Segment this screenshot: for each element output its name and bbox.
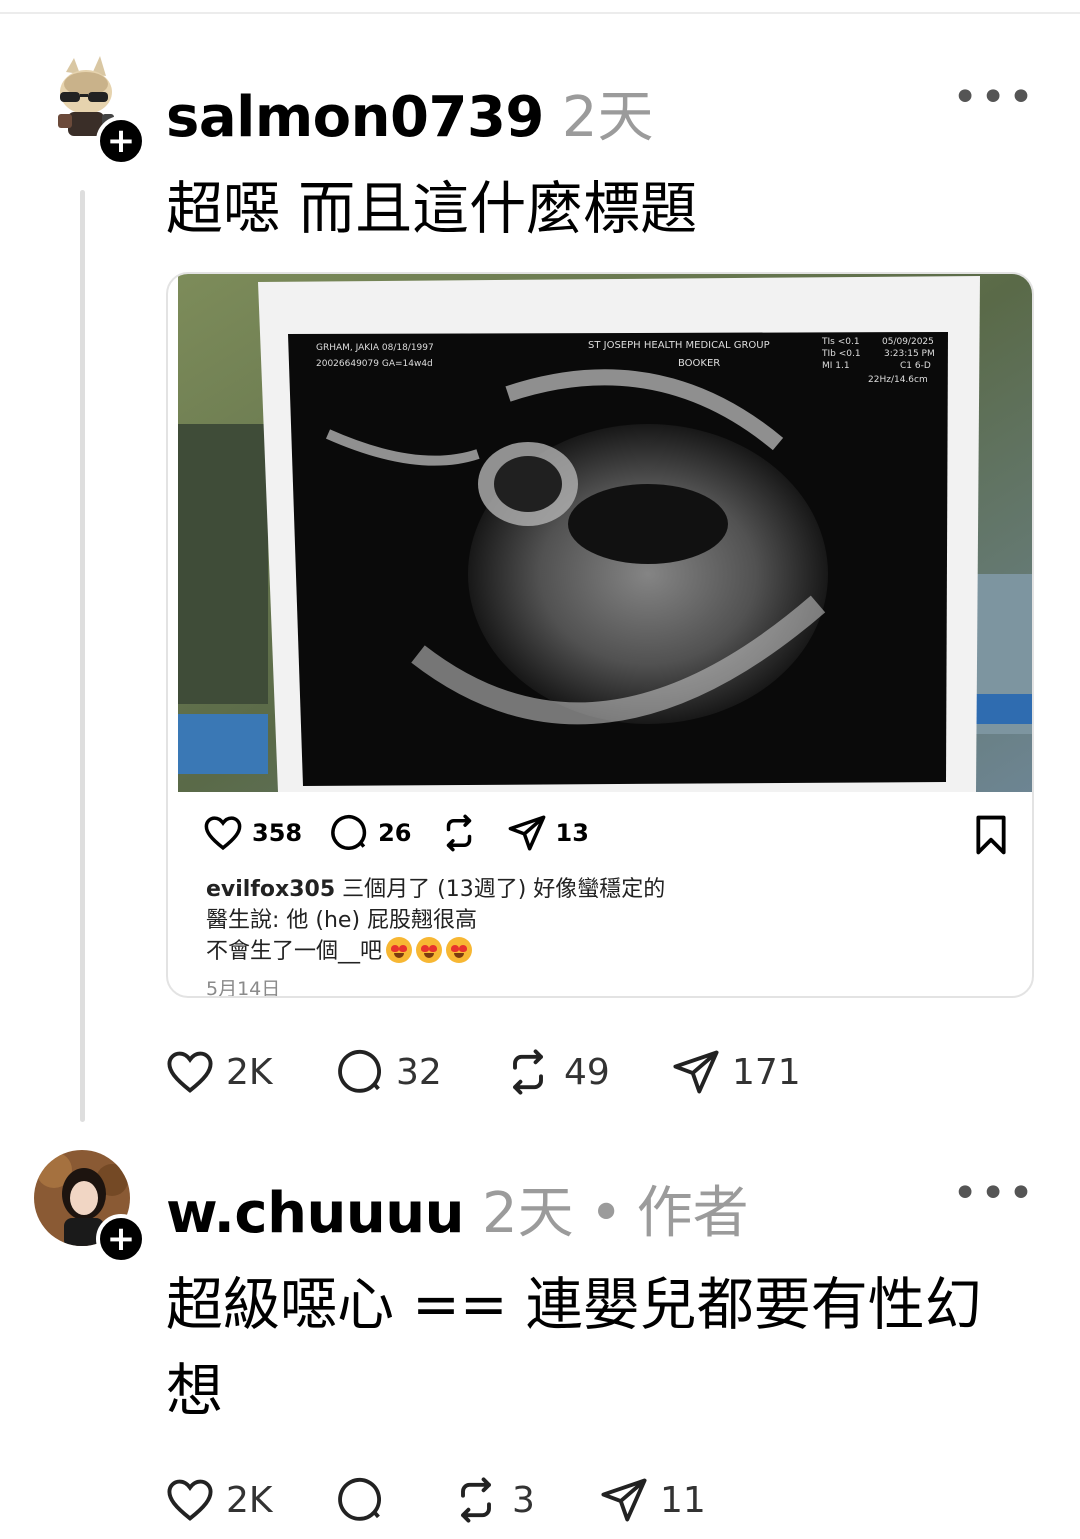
post-text: 超級噁心 == 連嬰兒都要有性幻想 bbox=[166, 1272, 982, 1424]
follow-plus-icon[interactable]: + bbox=[96, 1214, 146, 1264]
like-button[interactable]: 2K bbox=[164, 1046, 334, 1098]
comment-button[interactable]: 32 bbox=[334, 1046, 502, 1098]
heart-eyes-emoji-icon bbox=[446, 937, 473, 963]
caption-line-2: 醫生說: 他 (he) 屁股翹很高 bbox=[206, 908, 478, 933]
embed-comment-count: 26 bbox=[378, 819, 412, 847]
post-header: salmon0739 2天 bbox=[166, 72, 654, 153]
username[interactable]: salmon0739 bbox=[166, 85, 544, 150]
overlay-booker: BOOKER bbox=[678, 358, 720, 369]
overlay-mi: MI 1.1 bbox=[822, 361, 850, 371]
follow-plus-icon[interactable]: + bbox=[96, 116, 146, 166]
meta-separator: • bbox=[589, 1181, 623, 1246]
like-count: 2K bbox=[226, 1479, 273, 1521]
comment-button[interactable] bbox=[334, 1474, 450, 1526]
share-count: 171 bbox=[732, 1051, 801, 1093]
send-icon bbox=[508, 815, 545, 851]
embed-like-button[interactable]: 358 bbox=[202, 812, 302, 854]
embedded-post[interactable]: GRHAM, JAKIA 08/18/1997 20026649079 GA=1… bbox=[166, 272, 1034, 998]
overlay-date: 05/09/2025 bbox=[882, 337, 934, 347]
caption-username[interactable]: evilfox305 bbox=[206, 877, 335, 902]
post-text: 超噁 而且這什麼標題 bbox=[166, 176, 698, 242]
repost-icon bbox=[513, 1049, 543, 1095]
embed-comment-button[interactable]: 26 bbox=[328, 812, 412, 854]
overlay-clock: 3:23:15 PM bbox=[884, 349, 935, 359]
like-count: 2K bbox=[226, 1051, 273, 1093]
overlay-tis: TIs <0.1 bbox=[821, 337, 860, 347]
author-badge: 作者 bbox=[636, 1181, 749, 1246]
overlay-probe: C1 6-D bbox=[900, 361, 931, 371]
repost-count: 3 bbox=[512, 1479, 535, 1521]
bookmark-icon[interactable] bbox=[972, 814, 1010, 860]
embed-share-button[interactable]: 13 bbox=[506, 812, 589, 854]
embed-like-count: 358 bbox=[252, 819, 303, 847]
caption-line-3: 不會生了一個__吧 bbox=[206, 939, 383, 964]
like-button[interactable]: 2K bbox=[164, 1474, 334, 1526]
top-divider bbox=[0, 12, 1080, 14]
post-time: 2天 bbox=[561, 85, 654, 150]
share-button[interactable]: 11 bbox=[598, 1474, 706, 1526]
heart-icon bbox=[167, 1051, 213, 1093]
more-icon[interactable]: ••• bbox=[952, 76, 1036, 120]
repost-count: 49 bbox=[564, 1051, 610, 1093]
more-icon[interactable]: ••• bbox=[952, 1172, 1036, 1216]
comment-count: 32 bbox=[396, 1051, 442, 1093]
embed-date: 5月14日 bbox=[206, 978, 281, 998]
share-count: 11 bbox=[660, 1479, 706, 1521]
embed-share-count: 13 bbox=[555, 819, 589, 847]
username[interactable]: w.chuuuu bbox=[166, 1181, 464, 1246]
heart-icon bbox=[167, 1479, 213, 1521]
share-button[interactable]: 171 bbox=[670, 1046, 801, 1098]
caption-line-1: 三個月了 (13週了) 好像蠻穩定的 bbox=[342, 877, 666, 902]
repost-button[interactable]: 49 bbox=[502, 1046, 670, 1098]
post-header: w.chuuuu 2天 • 作者 bbox=[166, 1168, 749, 1249]
embed-action-bar: 358 26 13 bbox=[202, 812, 615, 854]
send-icon bbox=[601, 1478, 647, 1522]
heart-icon bbox=[204, 816, 242, 851]
heart-eyes-emoji-icon bbox=[386, 937, 413, 963]
comment-icon bbox=[338, 1477, 382, 1521]
repost-icon bbox=[446, 814, 471, 852]
repost-icon bbox=[461, 1477, 491, 1523]
comment-icon bbox=[338, 1049, 382, 1093]
send-icon bbox=[673, 1050, 719, 1094]
thread-line bbox=[80, 190, 85, 1122]
comment-icon bbox=[331, 814, 367, 850]
overlay-patient: GRHAM, JAKIA 08/18/1997 bbox=[316, 343, 434, 353]
embed-repost-button[interactable] bbox=[438, 812, 480, 854]
heart-eyes-emoji-icon bbox=[416, 937, 443, 963]
ultrasound-photo: GRHAM, JAKIA 08/18/1997 20026649079 GA=1… bbox=[178, 274, 1032, 792]
overlay-tib: TIb <0.1 bbox=[821, 349, 861, 359]
post-action-bar: 2K 3 11 bbox=[164, 1474, 706, 1526]
overlay-freq: 22Hz/14.6cm bbox=[868, 375, 928, 385]
repost-button[interactable]: 3 bbox=[450, 1474, 598, 1526]
embed-caption: evilfox305 三個月了 (13週了) 好像蠻穩定的 醫生說: 他 (he… bbox=[206, 874, 665, 967]
post-time: 2天 bbox=[481, 1181, 574, 1246]
post-action-bar: 2K 32 49 171 bbox=[164, 1046, 801, 1098]
overlay-clinic: ST JOSEPH HEALTH MEDICAL GROUP bbox=[588, 340, 770, 351]
overlay-ids: 20026649079 GA=14w4d bbox=[316, 359, 433, 369]
